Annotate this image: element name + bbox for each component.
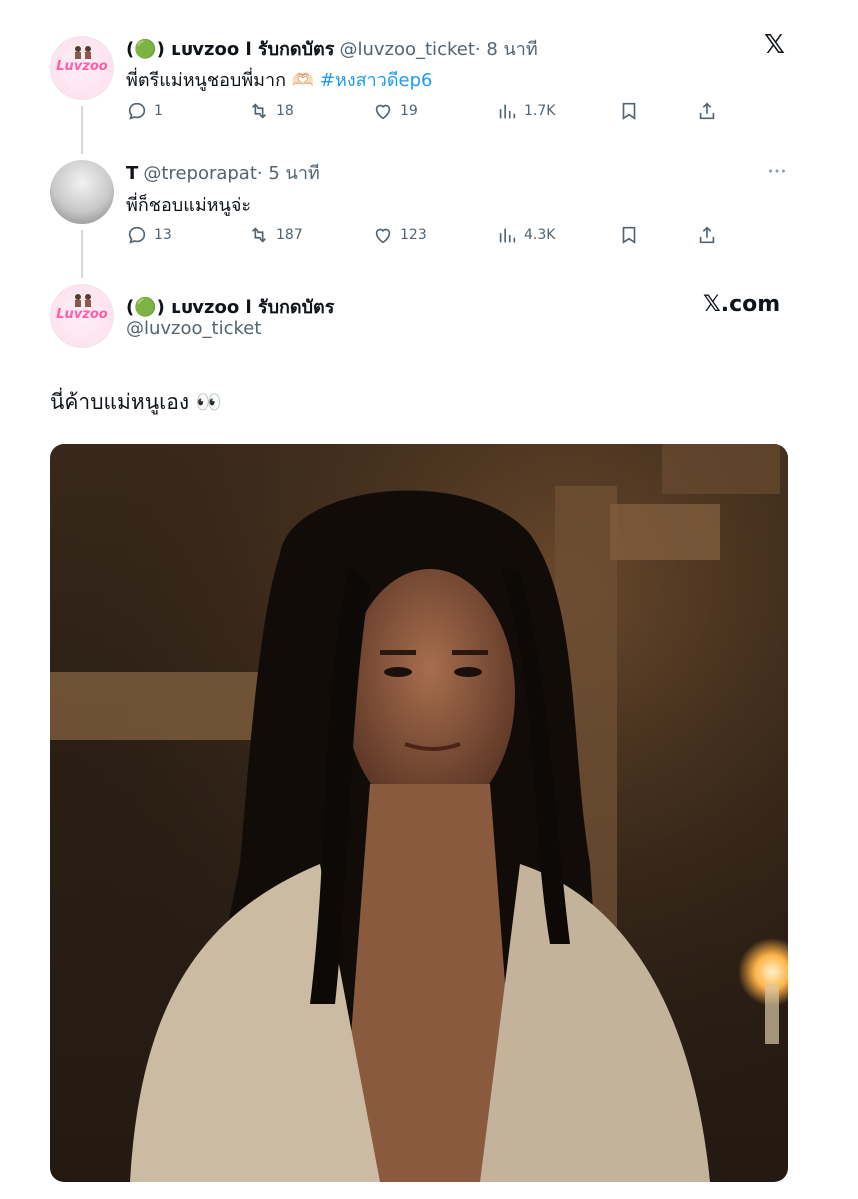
reply-button[interactable]: 13 [126, 224, 172, 246]
tweet-photo[interactable] [50, 444, 788, 1182]
like-button[interactable]: 123 [372, 224, 427, 246]
treporapat-avatar[interactable] [50, 160, 114, 224]
tweet-text: พี่ก็ชอบแม่หนูจ่ะ [126, 195, 252, 216]
share-icon [699, 102, 715, 120]
views-count: 4.3K [524, 227, 556, 243]
x-logo-icon[interactable]: 𝕏 [764, 30, 785, 60]
avatar-figures-icon [75, 294, 91, 307]
tweet-text: พี่ตรีแม่หนูชอบพี่มาก 🫶🏻 #หงสาวดีep6 [126, 65, 433, 94]
timestamp[interactable]: · 5 นาที [257, 163, 320, 184]
views-button[interactable]: 1.7K [496, 100, 555, 122]
views-icon [499, 104, 516, 119]
avatar-logo-text: Luvzoo [56, 59, 108, 74]
thread-line [81, 106, 83, 154]
x-com-logo[interactable]: 𝕏.com [703, 292, 780, 317]
handle[interactable]: @luvzoo_ticket [126, 318, 261, 339]
display-name[interactable]: T [126, 163, 138, 184]
bookmark-icon [622, 226, 636, 244]
repost-icon [251, 103, 267, 119]
reply-icon [128, 226, 146, 244]
repost-icon [251, 227, 267, 243]
views-button[interactable]: 4.3K [496, 224, 555, 246]
avatar-figures-icon [75, 46, 91, 59]
repost-count: 187 [276, 227, 303, 243]
views-icon [499, 228, 516, 243]
thread-line [81, 230, 83, 278]
repost-count: 18 [276, 103, 294, 119]
views-count: 1.7K [524, 103, 556, 119]
more-icon [769, 169, 785, 173]
like-icon [375, 228, 391, 244]
tweet-actions: 13 187 123 4.3K [126, 224, 726, 248]
reply-icon [128, 102, 146, 120]
bookmark-icon [622, 102, 636, 120]
display-name[interactable]: (🟢) ʟᴜᴠzᴏᴏ l รับกดบัตร [126, 292, 334, 321]
reply-button[interactable]: 1 [126, 100, 163, 122]
handle[interactable]: @treporapat [143, 163, 257, 184]
tweet-actions: 1 18 19 1.7K [126, 100, 726, 124]
like-count: 19 [400, 103, 418, 119]
reply-count: 13 [154, 227, 172, 243]
more-button[interactable] [766, 160, 788, 186]
photo-illustration [50, 444, 788, 1182]
avatar-logo-text: Luvzoo [56, 307, 108, 322]
hashtag-link[interactable]: #หงสาวดีep6 [320, 70, 433, 91]
tweet-header: (🟢) ʟᴜᴠzᴏᴏ l รับกดบัตร @luvzoo_ticket· 8… [126, 34, 538, 63]
like-button[interactable]: 19 [372, 100, 418, 122]
share-button[interactable] [696, 224, 718, 246]
tweet-text-body: พี่ตรีแม่หนูชอบพี่มาก 🫶🏻 [126, 70, 315, 91]
share-icon [699, 226, 715, 244]
like-icon [375, 104, 391, 120]
display-name[interactable]: (🟢) ʟᴜᴠzᴏᴏ l รับกดบัตร [126, 39, 334, 60]
like-count: 123 [400, 227, 427, 243]
share-button[interactable] [696, 100, 718, 122]
repost-button[interactable]: 187 [248, 224, 303, 246]
bookmark-button[interactable] [618, 224, 640, 246]
main-tweet-text: นี่ค้าบแม่หนูเอง 👀 [50, 390, 222, 414]
repost-button[interactable]: 18 [248, 100, 294, 122]
handle[interactable]: @luvzoo_ticket [339, 39, 474, 60]
tweet-header: T @treporapat· 5 นาที [126, 158, 320, 187]
luvzoo-avatar[interactable]: Luvzoo [50, 36, 114, 100]
timestamp[interactable]: · 8 นาที [475, 39, 538, 60]
bookmark-button[interactable] [618, 100, 640, 122]
reply-count: 1 [154, 103, 163, 119]
luvzoo-avatar[interactable]: Luvzoo [50, 284, 114, 348]
